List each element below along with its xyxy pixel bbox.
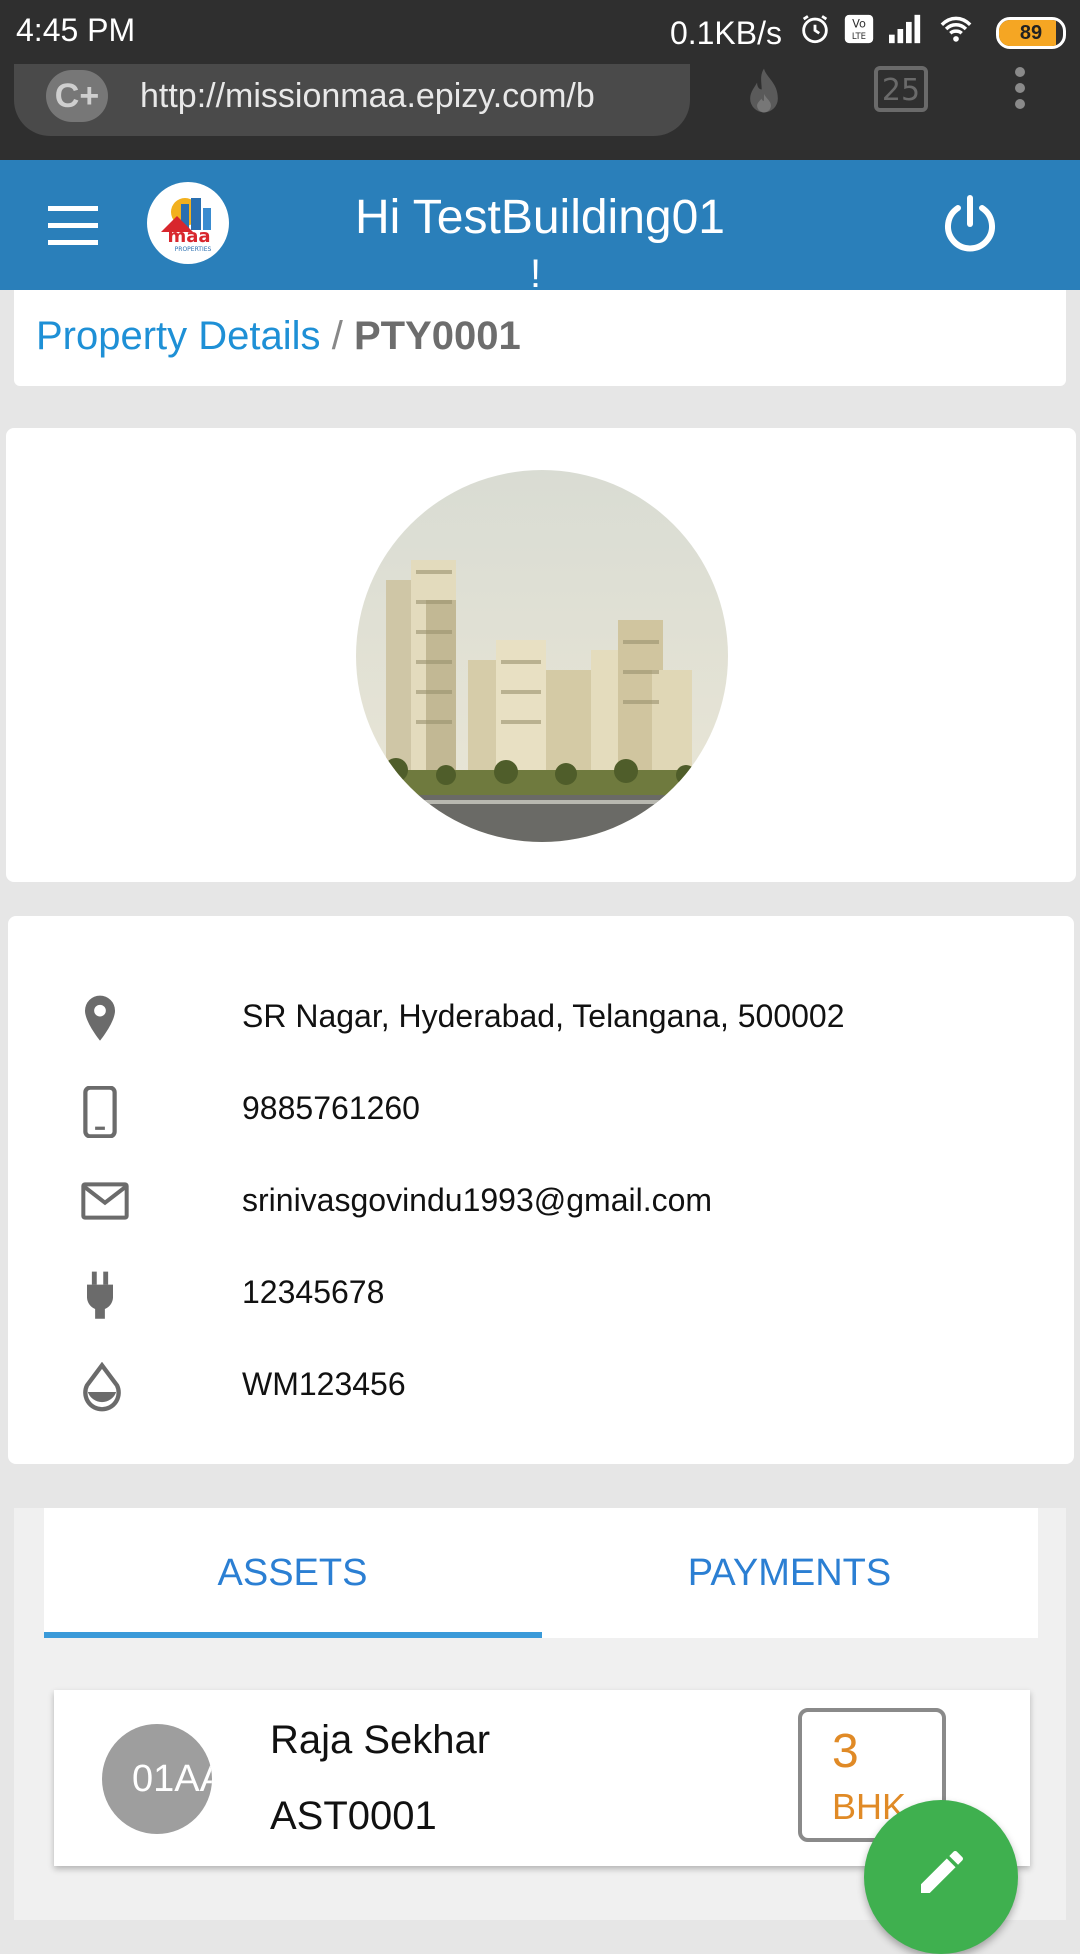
power-icon[interactable] bbox=[940, 194, 1000, 259]
logo-text: maa bbox=[167, 226, 210, 247]
battery-level: 89 bbox=[1019, 22, 1043, 44]
logo-subtext: PROPERTIES bbox=[175, 246, 212, 253]
menu-icon[interactable] bbox=[46, 204, 106, 248]
address-bar[interactable]: C+ http://missionmaa.epizy.com/b bbox=[14, 64, 690, 136]
svg-text:Vo: Vo bbox=[852, 17, 866, 31]
browser-toolbar: C+ http://missionmaa.epizy.com/b 25 bbox=[0, 64, 1080, 160]
power-plug-icon bbox=[80, 1270, 130, 1326]
water-meter-row: WM123456 bbox=[8, 1361, 1074, 1442]
property-image-card bbox=[6, 428, 1076, 882]
mail-icon bbox=[80, 1178, 130, 1234]
network-speed: 0.1KB/s bbox=[669, 14, 782, 51]
breadcrumb-current: PTY0001 bbox=[353, 314, 521, 358]
electricity-meter-row: 12345678 bbox=[8, 1270, 1074, 1350]
email-text: srinivasgovindu1993@gmail.com bbox=[242, 1182, 713, 1218]
water-drop-icon bbox=[80, 1361, 130, 1418]
tabs-icon[interactable]: 25 bbox=[872, 64, 934, 124]
tab-count: 25 bbox=[882, 73, 920, 108]
app-logo: maa PROPERTIES bbox=[147, 182, 229, 264]
breadcrumb-link-property-details[interactable]: Property Details bbox=[36, 314, 321, 358]
tab-bar: ASSETS PAYMENTS bbox=[44, 1508, 1038, 1638]
more-vert-icon[interactable] bbox=[1000, 64, 1040, 124]
volte-icon: Vo LTE bbox=[842, 12, 876, 54]
property-info-card: SR Nagar, Hyderabad, Telangana, 500002 9… bbox=[8, 916, 1074, 1464]
edit-button[interactable] bbox=[864, 1800, 1018, 1954]
status-bar: 4:45 PM 0.1KB/s Vo LTE 89 bbox=[0, 0, 1080, 64]
address-row: SR Nagar, Hyderabad, Telangana, 500002 bbox=[8, 994, 1074, 1074]
url-text[interactable]: http://missionmaa.epizy.com/b bbox=[140, 70, 670, 122]
battery-icon: 89 bbox=[996, 17, 1066, 49]
pencil-icon bbox=[921, 1850, 964, 1893]
wifi-icon bbox=[936, 12, 976, 54]
phone-row: 9885761260 bbox=[8, 1085, 1074, 1166]
asset-owner: Raja Sekhar bbox=[270, 1718, 491, 1762]
breadcrumb: Property Details / PTY0001 bbox=[14, 290, 1066, 386]
property-photo bbox=[356, 470, 728, 842]
app-header: maa PROPERTIES Hi TestBuilding01 ! bbox=[0, 160, 1080, 296]
site-info-icon[interactable]: C+ bbox=[46, 70, 108, 122]
alarm-icon bbox=[798, 12, 832, 54]
signal-icon bbox=[886, 12, 926, 54]
location-pin-icon bbox=[80, 994, 130, 1050]
water-meter-text: WM123456 bbox=[242, 1366, 406, 1402]
tab-assets[interactable]: ASSETS bbox=[44, 1508, 541, 1638]
phone-icon bbox=[80, 1085, 130, 1142]
email-row: srinivasgovindu1993@gmail.com bbox=[8, 1178, 1074, 1258]
bhk-count: 3 bbox=[832, 1725, 859, 1778]
address-text: SR Nagar, Hyderabad, Telangana, 500002 bbox=[242, 998, 845, 1034]
avatar: 01AA bbox=[102, 1724, 212, 1834]
electricity-meter-text: 12345678 bbox=[242, 1274, 385, 1310]
tab-payments[interactable]: PAYMENTS bbox=[541, 1508, 1038, 1638]
asset-id: AST0001 bbox=[270, 1794, 437, 1838]
fire-icon[interactable] bbox=[736, 64, 806, 124]
active-tab-indicator bbox=[44, 1632, 542, 1638]
phone-text: 9885761260 bbox=[242, 1090, 420, 1126]
svg-text:LTE: LTE bbox=[852, 32, 866, 42]
status-time: 4:45 PM bbox=[16, 12, 136, 48]
breadcrumb-separator: / bbox=[331, 314, 343, 358]
status-icons: 0.1KB/s Vo LTE 89 bbox=[670, 12, 1066, 54]
avatar-text: 01AA bbox=[132, 1758, 212, 1800]
page-title: Hi TestBuilding01 bbox=[354, 191, 725, 244]
